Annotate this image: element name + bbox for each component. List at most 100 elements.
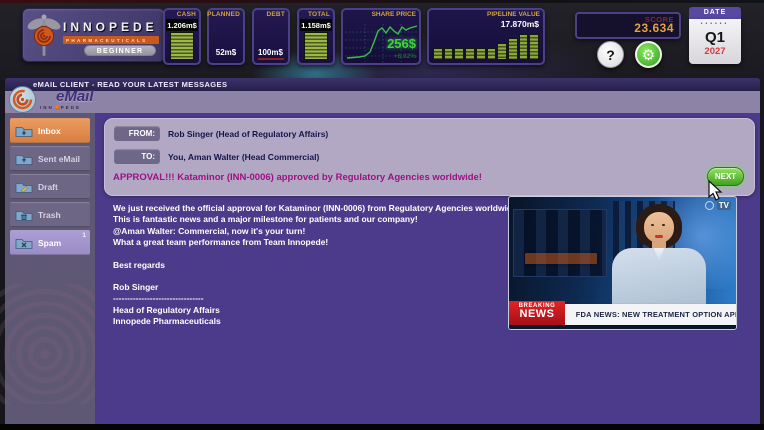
anchor-eye (651, 224, 654, 226)
planned-value: 52m$ (209, 48, 243, 57)
spam-folder-icon (15, 236, 33, 250)
trash-folder-icon (15, 208, 33, 222)
pipeline-bar-chart (433, 31, 539, 60)
planned-label: PLANNED (207, 11, 240, 18)
signature-divider: -------------------------------- (113, 293, 503, 304)
total-value: 1.158m$ (300, 19, 332, 31)
to-value: You, Aman Walter (Head Commercial) (168, 152, 319, 162)
spiral-icon (12, 89, 33, 110)
studio-screens (513, 209, 607, 277)
news-banner: FDA NEWS: NEW TREATMENT OPTION APPROVED.… (509, 301, 736, 325)
email-window-titlebar: eMAIL CLIENT - READ YOUR LATEST MESSAGES (5, 78, 760, 91)
calendar-body: •••••• Q1 2027 (689, 19, 741, 64)
studio-brand-strip (525, 253, 597, 264)
score-value: 23.634 (634, 21, 674, 35)
game-screen: INNOPEDE PHARMACEUTICALS BEGINNER CASH 1… (0, 0, 764, 430)
share-price-label: SHARE PRICE (372, 11, 416, 18)
spam-count-badge: 1 (82, 232, 86, 239)
planned-panel: PLANNED 52m$ (207, 8, 245, 65)
gear-icon: ⚙ (642, 46, 655, 64)
sidebar-item-label: Inbox (38, 126, 61, 136)
email-app-title: eMail (56, 88, 94, 105)
date-quarter: Q1 (689, 29, 741, 46)
pipeline-value: 17.870m$ (501, 19, 539, 29)
debt-value: 100m$ (258, 48, 288, 57)
body-line: Innopede Pharmaceuticals (113, 316, 503, 327)
news-ticker: FDA NEWS: NEW TREATMENT OPTION APPROVED. (556, 304, 737, 325)
pipeline-value-panel: PIPELINE VALUE 17.870m$ (427, 8, 545, 65)
share-price-value: 256$ (387, 36, 416, 51)
difficulty-badge: BEGINNER (84, 45, 156, 56)
message-header-panel: FROM: Rob Singer (Head of Regulatory Aff… (104, 118, 755, 196)
body-line: What a great team performance from Team … (113, 237, 503, 248)
total-label: TOTAL (308, 11, 330, 18)
email-app-logo-icon (9, 86, 36, 113)
anchor-face (644, 212, 674, 243)
score-panel: SCORE 23.634 (575, 12, 681, 39)
message-body: We just received the official approval f… (113, 203, 503, 328)
inbox-folder-icon (15, 124, 33, 138)
caduceus-logo-icon (26, 13, 62, 59)
top-edge (0, 0, 764, 3)
debt-panel: DEBT 100m$ (252, 8, 290, 65)
from-value: Rob Singer (Head of Regulatory Affairs) (168, 129, 328, 139)
anchor-eye (662, 224, 665, 226)
sidebar-item-trash[interactable]: Trash (10, 202, 90, 227)
sent-folder-icon (15, 152, 33, 166)
share-price-panel: SHARE PRICE 256$ +6.02% (341, 8, 421, 65)
draft-folder-icon (15, 180, 33, 194)
debt-label: DEBT (267, 11, 286, 18)
sidebar-item-sent[interactable]: Sent eMail (10, 146, 90, 171)
total-bar (304, 32, 328, 60)
message-subject: APPROVAL!!! Kataminor (INN-0006) approve… (113, 172, 482, 183)
breaking-news-badge: BREAKING NEWS (509, 301, 565, 325)
sidebar-item-draft[interactable]: Draft (10, 174, 90, 199)
total-panel: TOTAL 1.158m$ (297, 8, 335, 65)
news-label: NEWS (509, 309, 565, 320)
brand-spiral-icon (55, 105, 60, 110)
mouse-cursor (708, 180, 724, 202)
email-sidebar: Inbox Sent eMail Draft Trash (5, 113, 95, 424)
body-line: Rob Singer (113, 282, 503, 293)
cash-value: 1.206m$ (166, 19, 198, 31)
news-video: TV FDA NEWS: NEW TREATMENT OPTION APPROV… (508, 196, 737, 330)
cash-label: CASH (177, 11, 196, 18)
company-subtitle: PHARMACEUTICALS (63, 36, 159, 44)
settings-button[interactable]: ⚙ (635, 41, 662, 68)
help-button[interactable]: ? (597, 41, 624, 68)
brand-left: INN (40, 105, 54, 110)
company-name: INNOPEDE (63, 20, 158, 34)
date-label: DATE (689, 7, 741, 19)
to-label: TO: (114, 149, 160, 164)
news-ticker-text: FDA NEWS: NEW TREATMENT OPTION APPROVED. (560, 304, 737, 319)
date-year: 2027 (689, 46, 741, 57)
cash-panel: CASH 1.206m$ (163, 8, 201, 65)
email-app-header (5, 91, 760, 113)
calendar-binding-dots: •••••• (689, 21, 741, 27)
body-line: @Aman Walter: Commercial, now it's your … (113, 226, 503, 237)
brand-right: PEDE (61, 105, 81, 110)
sidebar-item-spam[interactable]: Spam 1 (10, 230, 90, 255)
date-calendar: DATE •••••• Q1 2027 (689, 7, 741, 64)
body-line: Head of Regulatory Affairs (113, 305, 503, 316)
body-line: Best regards (113, 260, 503, 271)
sidebar-item-label: Draft (38, 182, 58, 192)
sidebar-item-label: Spam (38, 238, 61, 248)
question-mark-icon: ? (606, 47, 615, 63)
sidebar-item-label: Sent eMail (38, 154, 80, 164)
debt-underline (258, 58, 284, 60)
tv-logo-text: TV (717, 201, 731, 210)
from-label: FROM: (114, 126, 160, 141)
cash-bar (170, 32, 194, 60)
anchor-lips (655, 235, 663, 238)
company-logo-panel: INNOPEDE PHARMACEUTICALS BEGINNER (22, 8, 165, 62)
sidebar-item-inbox[interactable]: Inbox (10, 118, 90, 143)
share-price-change: +6.02% (394, 53, 416, 60)
body-line: We just received the official approval f… (113, 203, 503, 214)
body-line: This is fantastic news and a major miles… (113, 214, 503, 225)
tv-channel-logo: TV (705, 201, 731, 210)
tv-ring-icon (705, 201, 714, 210)
sidebar-item-label: Trash (38, 210, 61, 220)
email-brand: INN PEDE (40, 105, 81, 110)
pipeline-label: PIPELINE VALUE (487, 11, 540, 18)
